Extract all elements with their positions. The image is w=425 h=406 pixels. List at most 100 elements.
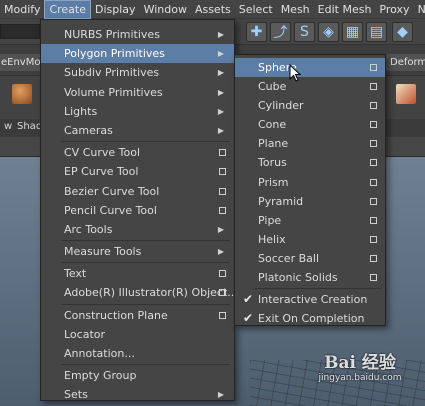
checkmark-icon: ✔ xyxy=(243,311,254,326)
option-box-icon[interactable] xyxy=(219,311,226,319)
poly-item-exit-on-completion[interactable]: ✔ Exit On Completion xyxy=(235,309,385,328)
create-item-locator[interactable]: Locator xyxy=(41,325,234,344)
create-item-text[interactable]: Text xyxy=(41,264,234,283)
create-item-construction-plane[interactable]: Construction Plane xyxy=(41,306,234,325)
menu-item-label: Cone xyxy=(258,118,287,132)
create-item-measure-tools[interactable]: Measure Tools ▶ xyxy=(41,242,234,261)
cylinder-shelf-icon[interactable] xyxy=(12,84,32,104)
create-item-subdiv-primitives[interactable]: Subdiv Primitives ▶ xyxy=(41,63,234,82)
snap-surface-icon: ▦ xyxy=(345,24,360,40)
mouse-cursor-icon xyxy=(289,64,301,82)
option-box-icon[interactable] xyxy=(219,149,226,157)
option-box-icon[interactable] xyxy=(370,83,377,91)
panel-view-menu[interactable]: w xyxy=(4,121,12,132)
menu-modify[interactable]: Modify xyxy=(0,0,44,19)
option-box-icon[interactable] xyxy=(219,187,226,195)
menu-item-label: Lights xyxy=(64,104,98,118)
poly-item-helix[interactable]: Helix xyxy=(235,230,385,249)
option-box-icon[interactable] xyxy=(370,254,377,262)
create-item-sets[interactable]: Sets ▶ xyxy=(41,385,234,404)
menu-assets[interactable]: Assets xyxy=(191,0,235,19)
deform-shelf-icon[interactable] xyxy=(396,84,416,104)
submenu-arrow-icon: ▶ xyxy=(217,247,224,257)
create-item-ep-curve-tool[interactable]: EP Curve Tool xyxy=(41,162,234,181)
snap-view-button[interactable]: ◈ xyxy=(318,22,339,42)
menu-item-label: Platonic Solids xyxy=(258,271,338,285)
menu-separator xyxy=(61,141,230,143)
menu-mesh[interactable]: Mesh xyxy=(277,0,314,19)
menu-edit-mesh[interactable]: Edit Mesh xyxy=(314,0,376,19)
menu-item-label: NURBS Primitives xyxy=(64,28,160,41)
create-item-lights[interactable]: Lights ▶ xyxy=(41,102,234,121)
render-button[interactable]: ◆ xyxy=(392,22,413,42)
option-box-icon[interactable] xyxy=(370,216,377,224)
snap-curve-button[interactable]: ⤴ xyxy=(270,22,291,42)
option-box-icon[interactable] xyxy=(370,274,377,282)
menu-normals[interactable]: Nor xyxy=(414,0,425,19)
menu-item-label: Pencil Curve Tool xyxy=(64,203,157,217)
option-box-icon[interactable] xyxy=(370,197,377,205)
snap-grid-button[interactable]: ✚ xyxy=(246,22,267,42)
menu-set-combo[interactable] xyxy=(0,24,40,39)
menu-item-label: Volume Primitives xyxy=(64,85,163,99)
poly-item-cylinder[interactable]: Cylinder xyxy=(235,96,385,115)
create-item-nurbs-primitives[interactable]: NURBS Primitives ▶ xyxy=(41,25,234,44)
create-item-cameras[interactable]: Cameras ▶ xyxy=(41,121,234,140)
panel-shading-menu[interactable]: Shad xyxy=(17,121,42,132)
snap-point-button[interactable]: S xyxy=(294,22,315,42)
create-item-bezier-curve-tool[interactable]: Bezier Curve Tool xyxy=(41,182,234,201)
create-item-empty-group[interactable]: Empty Group xyxy=(41,366,234,385)
option-box-icon[interactable] xyxy=(370,121,377,129)
option-box-icon[interactable] xyxy=(219,206,226,214)
menu-window[interactable]: Window xyxy=(140,0,191,19)
poly-item-prism[interactable]: Prism xyxy=(235,173,385,192)
poly-item-pyramid[interactable]: Pyramid xyxy=(235,192,385,211)
poly-item-plane[interactable]: Plane xyxy=(235,134,385,153)
menu-proxy[interactable]: Proxy xyxy=(375,0,413,19)
menu-display[interactable]: Display xyxy=(91,0,140,19)
create-item-volume-primitives[interactable]: Volume Primitives ▶ xyxy=(41,83,234,102)
create-item-polygon-primitives[interactable]: Polygon Primitives ▶ xyxy=(41,44,234,64)
option-box-icon[interactable] xyxy=(370,235,377,243)
poly-item-torus[interactable]: Torus xyxy=(235,153,385,172)
poly-item-sphere[interactable]: Sphere xyxy=(235,58,385,78)
option-box-icon[interactable] xyxy=(370,64,377,71)
poly-item-interactive-creation[interactable]: ✔ Interactive Creation xyxy=(235,290,385,309)
poly-item-cube[interactable]: Cube xyxy=(235,77,385,96)
option-box-icon[interactable] xyxy=(370,102,377,110)
create-item-pencil-curve-tool[interactable]: Pencil Curve Tool xyxy=(41,201,234,220)
poly-item-soccer-ball[interactable]: Soccer Ball xyxy=(235,249,385,268)
option-box-icon[interactable] xyxy=(370,159,377,167)
shelf-tab-deform[interactable]: Deform xyxy=(386,54,425,71)
poly-item-pipe[interactable]: Pipe xyxy=(235,211,385,230)
submenu-arrow-icon: ▶ xyxy=(217,68,224,78)
history-button[interactable]: ▤ xyxy=(366,22,387,42)
checkmark-icon: ✔ xyxy=(243,292,254,307)
menu-item-label: Subdiv Primitives xyxy=(64,66,160,80)
option-box-icon[interactable] xyxy=(219,289,226,297)
poly-item-cone[interactable]: Cone xyxy=(235,115,385,134)
menu-item-label: Cylinder xyxy=(258,99,304,113)
option-box-icon[interactable] xyxy=(219,168,226,176)
submenu-arrow-icon: ▶ xyxy=(217,106,224,116)
create-item-cv-curve-tool[interactable]: CV Curve Tool xyxy=(41,143,234,162)
submenu-arrow-icon: ▶ xyxy=(217,49,224,59)
submenu-arrow-icon: ▶ xyxy=(217,125,224,135)
menu-item-label: CV Curve Tool xyxy=(64,146,141,160)
poly-item-platonic-solids[interactable]: Platonic Solids xyxy=(235,268,385,287)
menu-item-label: Sets xyxy=(64,388,88,402)
option-box-icon[interactable] xyxy=(370,178,377,186)
create-item-arc-tools[interactable]: Arc Tools ▶ xyxy=(41,220,234,239)
menu-item-label: EP Curve Tool xyxy=(64,165,139,179)
option-box-icon[interactable] xyxy=(219,270,226,278)
snap-point-icon: S xyxy=(300,24,309,40)
shelf-tab-left[interactable]: eEnvMod xyxy=(0,54,42,71)
create-item-adobe-r-illustrator-r-object[interactable]: Adobe(R) Illustrator(R) Object... xyxy=(41,283,238,302)
option-box-icon[interactable] xyxy=(370,140,377,148)
menu-separator xyxy=(61,303,230,305)
menu-create[interactable]: Create xyxy=(44,0,92,19)
menu-select[interactable]: Select xyxy=(235,0,277,19)
create-item-annotation[interactable]: Annotation... xyxy=(41,344,234,363)
menu-item-label: Text xyxy=(64,267,87,281)
snap-surface-button[interactable]: ▦ xyxy=(342,22,363,42)
